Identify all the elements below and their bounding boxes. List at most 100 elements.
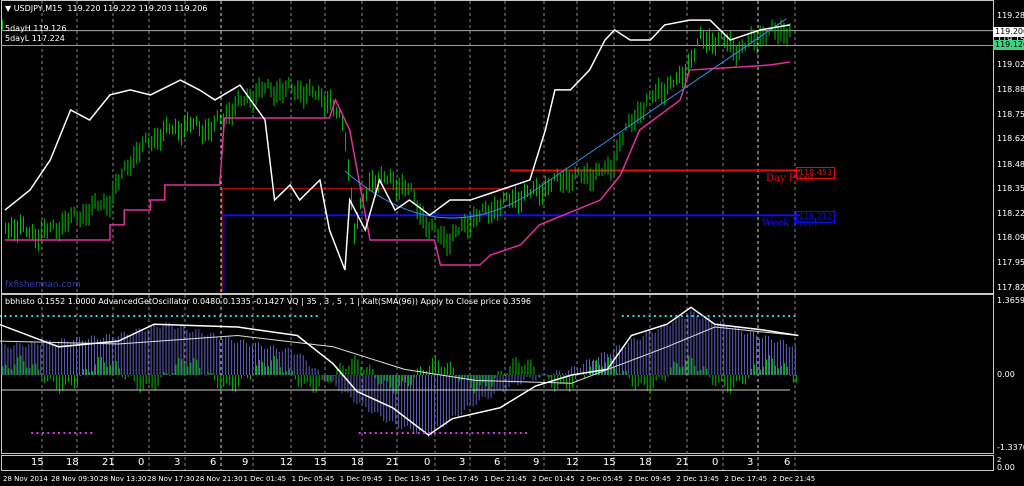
cyan-dot xyxy=(90,315,93,317)
cyan-dot xyxy=(621,315,624,317)
hour-tick: 12 xyxy=(566,457,579,468)
cyan-dot xyxy=(288,315,291,317)
cyan-dot xyxy=(739,315,742,317)
cyan-dot xyxy=(664,315,667,317)
hour-tick: 9 xyxy=(242,457,249,468)
magenta-dot xyxy=(84,432,87,434)
time-label: 2 Dec 09:45 xyxy=(628,475,671,483)
cyan-dot xyxy=(219,315,222,317)
time-label: 1 Dec 17:45 xyxy=(435,475,479,483)
magenta-dot xyxy=(369,432,372,434)
hour-tick: 3 xyxy=(747,457,754,468)
cyan-dot xyxy=(122,315,125,317)
price-tick: 118.750 xyxy=(997,110,1024,120)
cyan-dot xyxy=(294,315,297,317)
cyan-dot xyxy=(106,315,109,317)
magenta-dot xyxy=(390,432,393,434)
cyan-dot xyxy=(718,315,721,317)
cyan-dot xyxy=(127,315,130,317)
cyan-dot xyxy=(766,315,769,317)
magenta-dot xyxy=(455,432,458,434)
magenta-dot xyxy=(423,432,426,434)
cyan-dot xyxy=(305,315,308,317)
magenta-dot xyxy=(364,432,367,434)
hour-tick: 0 xyxy=(138,457,145,468)
cyan-dot xyxy=(643,315,646,317)
cyan-dot xyxy=(734,315,737,317)
hour-tick: 3 xyxy=(174,457,181,468)
cyan-dot xyxy=(84,315,87,317)
cyan-dot xyxy=(58,315,61,317)
cyan-dot xyxy=(627,315,630,317)
cyan-dot xyxy=(15,315,18,317)
cyan-dot xyxy=(0,315,1,317)
cyan-dot xyxy=(95,315,98,317)
magenta-dot xyxy=(90,432,93,434)
dropdown-icon[interactable]: ▼ xyxy=(5,4,11,13)
magenta-dot xyxy=(498,432,501,434)
price-tick: 119.020 xyxy=(997,60,1024,70)
magenta-dot xyxy=(492,432,495,434)
price-tick: 118.885 xyxy=(997,85,1024,95)
cyan-dot xyxy=(729,315,732,317)
hour-tick: 18 xyxy=(639,457,652,468)
chart-canvas xyxy=(0,1,993,470)
hour-tick: 15 xyxy=(314,457,327,468)
cyan-dot xyxy=(256,315,259,317)
time-label: 1 Dec 01:45 xyxy=(243,475,287,483)
time-label: 2 Dec 17:45 xyxy=(724,475,768,483)
cyan-dot xyxy=(723,315,726,317)
cyan-dot xyxy=(278,315,281,317)
chart-window: ▼ USDJPY,M15 119.220 119.222 119.203 119… xyxy=(0,0,1024,486)
cyan-dot xyxy=(788,315,791,317)
cyan-dot xyxy=(186,315,189,317)
price-tick: 119.285 xyxy=(997,11,1024,20)
magenta-dot xyxy=(460,432,463,434)
cyan-dot xyxy=(691,315,694,317)
day-pivot-value: 118.453 xyxy=(796,167,836,179)
magenta-dot xyxy=(401,432,404,434)
week-pivot-value: 118.212 xyxy=(796,211,836,223)
magenta-dot xyxy=(31,432,34,434)
cyan-dot xyxy=(755,315,758,317)
cyan-dot xyxy=(702,315,705,317)
cyan-dot xyxy=(713,315,716,317)
hour-tick: 6 xyxy=(210,457,217,468)
magenta-dot xyxy=(482,432,485,434)
cyan-dot xyxy=(680,315,683,317)
time-label: 28 Nov 2014 xyxy=(3,475,48,483)
cyan-dot xyxy=(63,315,66,317)
cyan-dot xyxy=(192,315,195,317)
magenta-dot xyxy=(449,432,452,434)
hour-tick: 6 xyxy=(784,457,791,468)
cyan-dot xyxy=(659,315,662,317)
price-tick: 118.620 xyxy=(997,134,1024,144)
cyan-dot xyxy=(251,315,254,317)
magenta-dot xyxy=(509,432,512,434)
cyan-dot xyxy=(272,315,275,317)
cyan-dot xyxy=(111,315,114,317)
hour-tick: 21 xyxy=(386,457,399,468)
cyan-dot xyxy=(310,315,313,317)
cyan-dot xyxy=(203,315,206,317)
cyan-dot xyxy=(74,315,77,317)
cyan-dot xyxy=(154,315,157,317)
cyan-dot xyxy=(632,315,635,317)
cyan-dot xyxy=(68,315,71,317)
cyan-dot xyxy=(761,315,764,317)
magenta-dot xyxy=(358,432,361,434)
magenta-dot xyxy=(439,432,442,434)
cyan-dot xyxy=(36,315,39,317)
magenta-dot xyxy=(380,432,383,434)
magenta-dot xyxy=(407,432,410,434)
cyan-dot xyxy=(696,315,699,317)
chart-title[interactable]: ▼ USDJPY,M15 119.220 119.222 119.203 119… xyxy=(5,4,207,13)
cyan-dot xyxy=(143,315,146,317)
time-label: 2 Dec 21:45 xyxy=(772,475,816,483)
time-label: 1 Dec 05:45 xyxy=(291,475,335,483)
hour-tick: 0 xyxy=(712,457,719,468)
cyan-dot xyxy=(9,315,12,317)
time-label: 1 Dec 21:45 xyxy=(484,475,527,483)
cyan-dot xyxy=(149,315,152,317)
magenta-dot xyxy=(412,432,415,434)
